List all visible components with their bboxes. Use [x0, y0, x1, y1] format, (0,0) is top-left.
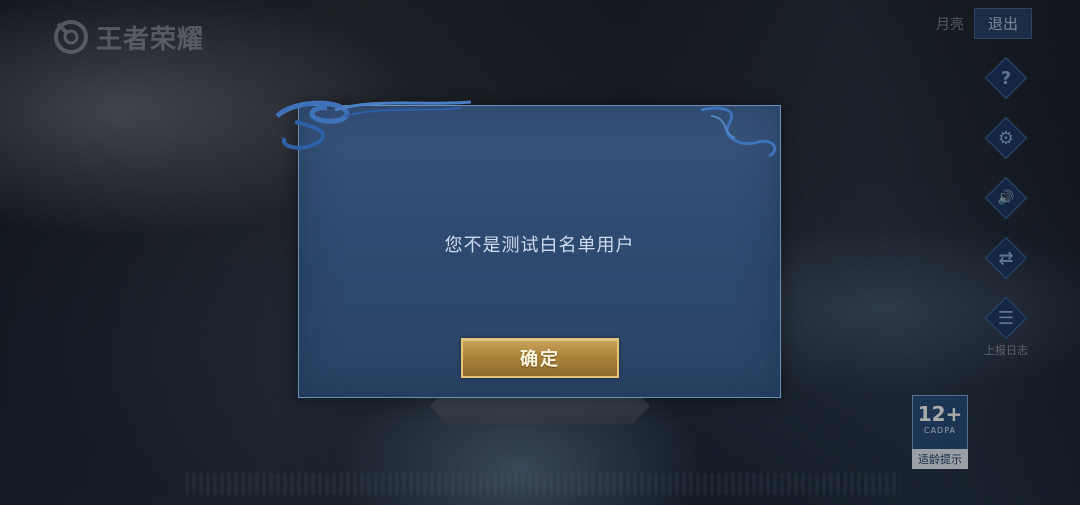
confirm-button-label: 确定 — [520, 349, 560, 370]
game-screen: 王者荣耀 月亮 退出 ? ⚙ 🔊 ⇄ ☰ 上报日志 12+ CADPA 适龄提示… — [0, 0, 1080, 505]
dialog-corner-swirl-right — [700, 106, 777, 158]
confirm-button[interactable]: 确定 — [461, 338, 619, 378]
alert-dialog: 您不是测试白名单用户 确定 — [275, 100, 781, 398]
dialog-corner-swirl-left — [275, 100, 472, 150]
dialog-message: 您不是测试白名单用户 — [444, 235, 635, 256]
